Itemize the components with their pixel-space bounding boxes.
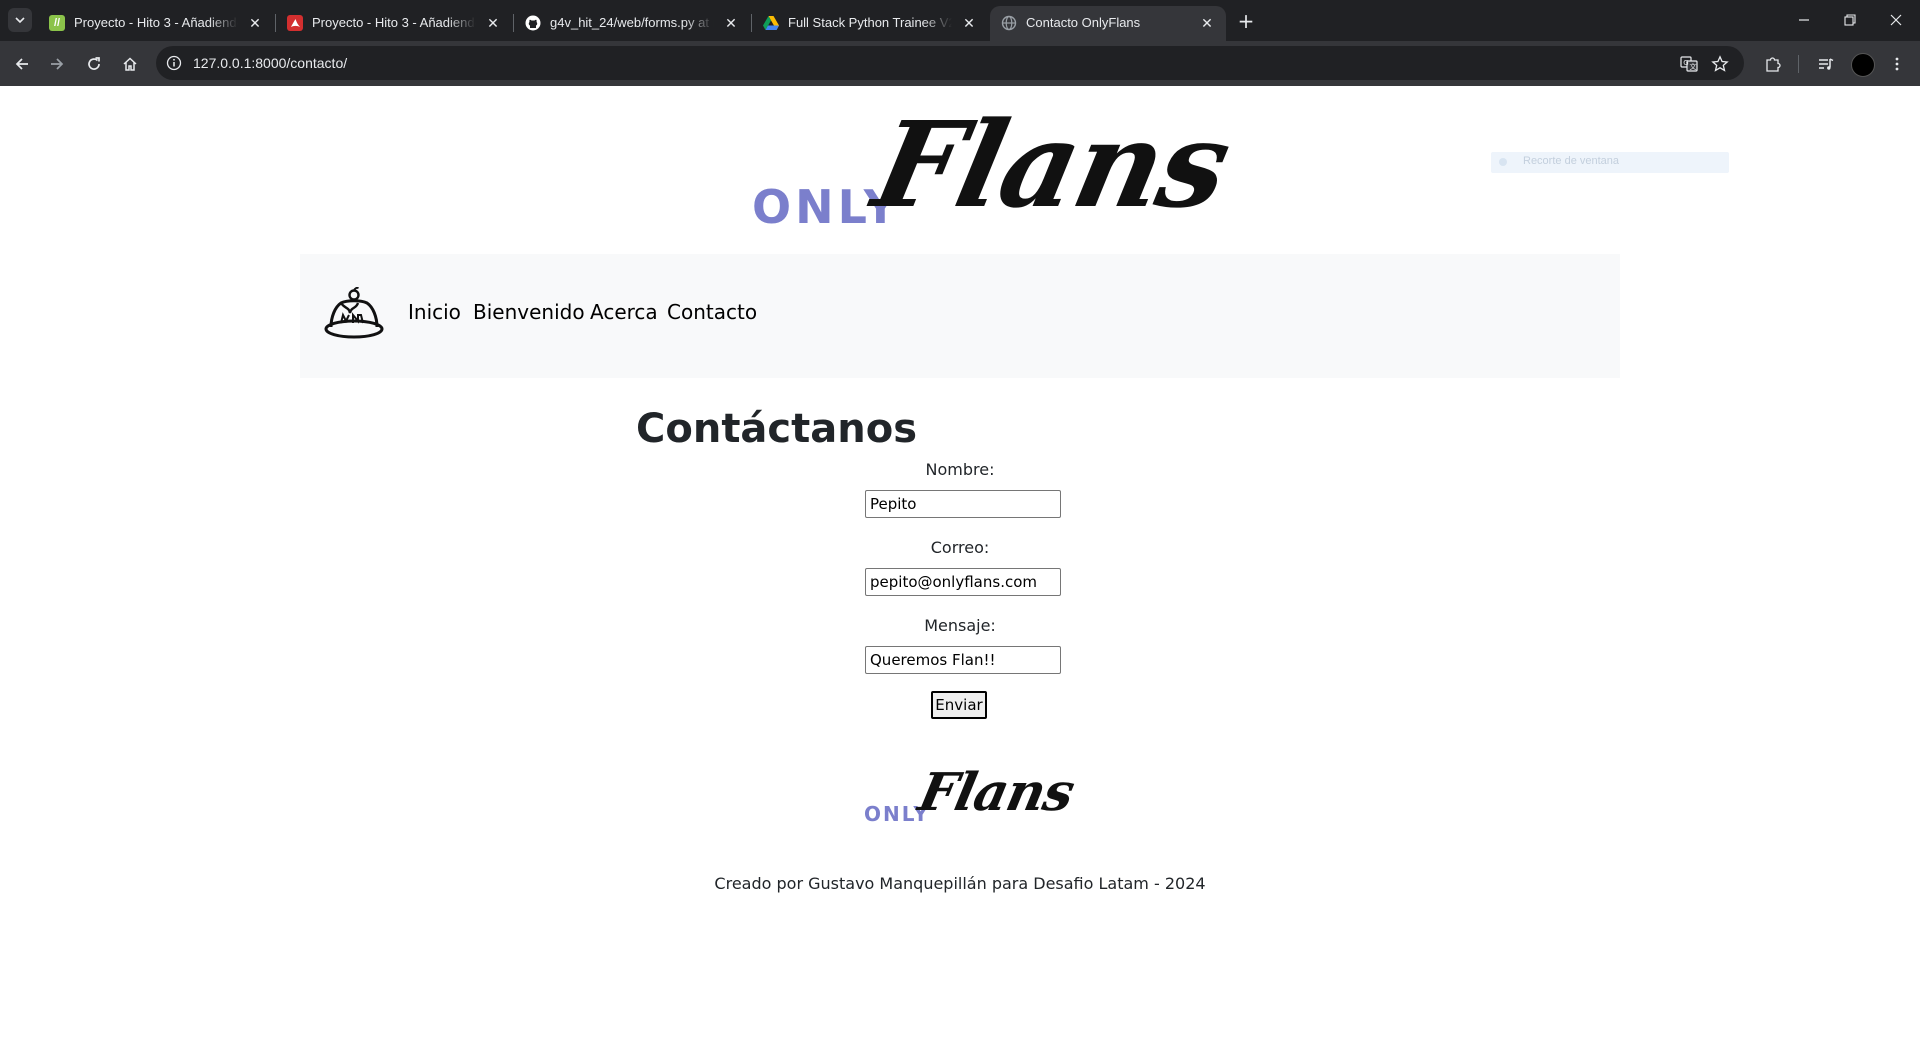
reload-button[interactable] <box>80 50 108 78</box>
back-button[interactable] <box>8 50 36 78</box>
close-icon[interactable]: ✕ <box>722 14 740 32</box>
media-button[interactable] <box>1812 50 1840 78</box>
logo-main: Flans <box>863 95 1241 234</box>
correo-input[interactable] <box>865 568 1061 596</box>
svg-text:G: G <box>1683 59 1688 67</box>
header-logo: ONLY Flans <box>748 95 1240 234</box>
bookmark-star-icon[interactable] <box>1709 53 1731 75</box>
minimize-icon <box>1799 19 1809 21</box>
browser-toolbar: 127.0.0.1:8000/contacto/ G文 <box>0 41 1920 86</box>
info-icon[interactable] <box>165 54 183 72</box>
snip-dot-icon <box>1499 158 1507 166</box>
navbar: Inicio Bienvenido Acerca Contacto <box>300 254 1620 378</box>
browser-tab[interactable]: Proyecto - Hito 3 - Añadiendo formulario… <box>276 6 512 41</box>
nav-link-inicio[interactable]: Inicio <box>408 299 461 325</box>
mensaje-label: Mensaje: <box>924 616 996 635</box>
url-text[interactable]: 127.0.0.1:8000/contacto/ <box>193 54 347 72</box>
tab-title: g4v_hit_24/web/forms.py at main <box>550 15 714 30</box>
close-icon[interactable]: ✕ <box>246 14 264 32</box>
footer-logo-main: Flans <box>913 762 1080 823</box>
address-bar[interactable]: 127.0.0.1:8000/contacto/ G文 <box>156 46 1744 80</box>
close-icon[interactable]: ✕ <box>960 14 978 32</box>
tab-title: Proyecto - Hito 3 - Añadiendo formulario… <box>74 15 238 30</box>
close-icon[interactable]: ✕ <box>484 14 502 32</box>
correo-label: Correo: <box>930 538 990 557</box>
snip-overlay-text: Recorte de ventana <box>1523 155 1620 167</box>
green-doc-icon: // <box>49 15 65 31</box>
translate-icon[interactable]: G文 <box>1678 53 1700 75</box>
nombre-input[interactable] <box>865 490 1061 518</box>
nav-link-contacto[interactable]: Contacto <box>667 299 757 325</box>
more-vertical-icon <box>1895 57 1899 71</box>
globe-icon <box>1001 15 1017 31</box>
nav-link-acerca[interactable]: Acerca <box>590 299 658 325</box>
browser-tab-active[interactable]: Contacto OnlyFlans ✕ <box>990 6 1226 41</box>
tab-strip: // Proyecto - Hito 3 - Añadiendo formula… <box>0 0 1920 41</box>
close-icon[interactable]: ✕ <box>1198 14 1216 32</box>
page-viewport: ONLY Flans Recorte de ventana Inicio Bie… <box>0 86 1920 1040</box>
nombre-label: Nombre: <box>925 460 995 479</box>
page-title: Contáctanos <box>636 406 918 452</box>
snip-overlay: Recorte de ventana <box>1491 152 1729 173</box>
queue-music-icon <box>1819 58 1834 70</box>
tab-title: Full Stack Python Trainee V2.0 G <box>788 15 952 30</box>
puzzle-icon <box>1766 57 1781 72</box>
browser-tab[interactable]: Full Stack Python Trainee V2.0 G ✕ <box>752 6 988 41</box>
browser-tab[interactable]: // Proyecto - Hito 3 - Añadiendo formula… <box>38 6 274 41</box>
google-drive-icon <box>763 15 779 31</box>
menu-button[interactable] <box>1883 50 1911 78</box>
toolbar-divider <box>1798 55 1799 73</box>
close-icon <box>1890 14 1902 26</box>
reload-icon <box>88 57 100 70</box>
tab-search-button[interactable] <box>8 8 32 32</box>
restore-icon <box>1844 14 1856 26</box>
arrow-left-icon <box>15 58 28 70</box>
chevron-down-icon <box>15 17 25 24</box>
tab-title: Contacto OnlyFlans <box>1026 15 1141 30</box>
minimize-button[interactable] <box>1781 0 1827 40</box>
pdf-icon <box>287 15 303 31</box>
arrow-right-icon <box>51 58 64 70</box>
submit-button[interactable]: Enviar <box>931 691 987 719</box>
browser-tab[interactable]: g4v_hit_24/web/forms.py at main ✕ <box>514 6 750 41</box>
footer-credit: Creado por Gustavo Manquepillán para Des… <box>714 874 1206 893</box>
close-window-button[interactable] <box>1873 0 1919 40</box>
nav-link-bienvenido[interactable]: Bienvenido <box>473 299 585 325</box>
mensaje-input[interactable] <box>865 646 1061 674</box>
home-icon <box>123 57 137 71</box>
new-tab-button[interactable]: + <box>1233 8 1259 34</box>
restore-button[interactable] <box>1827 0 1873 40</box>
extensions-button[interactable] <box>1759 50 1787 78</box>
forward-button[interactable] <box>43 50 71 78</box>
tab-title: Proyecto - Hito 3 - Añadiendo formulario… <box>312 15 476 30</box>
avatar[interactable] <box>1851 53 1875 77</box>
flan-logo-icon[interactable] <box>323 286 385 341</box>
footer-logo: ONLY Flans <box>862 762 1079 824</box>
home-button[interactable] <box>116 50 144 78</box>
svg-text:文: 文 <box>1690 62 1697 71</box>
github-icon <box>525 15 541 31</box>
